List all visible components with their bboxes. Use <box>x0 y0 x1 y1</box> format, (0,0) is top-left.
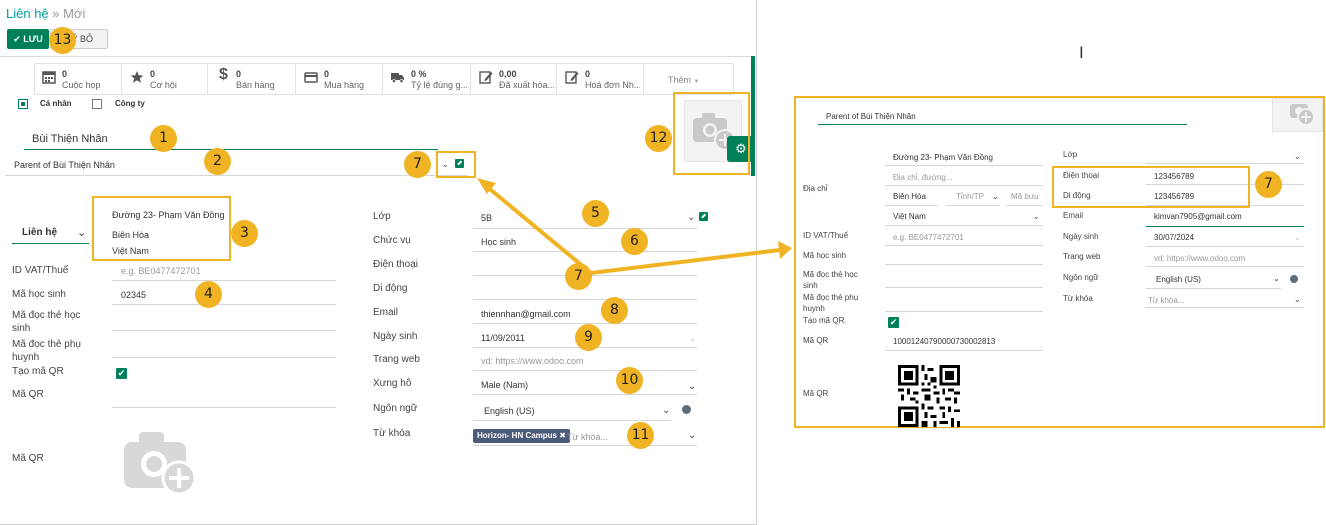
inset-qr-value[interactable]: 10001240790000730002813 <box>893 337 995 346</box>
callout-badge-8: 8 <box>601 297 628 324</box>
inset-email-label: Email <box>1063 211 1084 220</box>
inset-gen-qr-checkbox[interactable]: ✔ <box>888 317 899 328</box>
inset-student-code-label: Mã học sinh <box>803 251 847 260</box>
callout-badge-1: 1 <box>150 125 177 152</box>
inset-website-underline <box>1146 266 1304 267</box>
callout-badge-7: 7 <box>404 151 431 178</box>
inset-country-underline <box>885 225 1043 226</box>
inset-panel <box>794 96 1325 428</box>
inset-email-input[interactable]: kimvan7905@gmail.com <box>1154 212 1242 221</box>
inset-street-field[interactable]: Đường 23- Phạm Văn Đồng <box>893 153 993 162</box>
chevron-down-icon[interactable]: ⌄ <box>992 192 999 201</box>
inset-birthday-input[interactable]: 30/07/2024 <box>1154 233 1194 242</box>
callout-badge-11: 11 <box>627 422 654 449</box>
inset-city-underline <box>885 205 938 206</box>
qr-code-image <box>898 365 960 427</box>
inset-zip-field[interactable]: Mã bưu <box>1011 192 1039 201</box>
inset-street-underline <box>885 165 1043 166</box>
inset-city-field[interactable]: Biên Hòa <box>893 192 926 201</box>
inset-qr-underline <box>885 350 1043 351</box>
chevron-down-icon[interactable]: ⌄ <box>1273 274 1280 283</box>
inset-tags-underline <box>1146 307 1304 308</box>
callout-badge-2: 2 <box>204 148 231 175</box>
callout-badge-6: 6 <box>621 228 648 255</box>
inset-website-label: Trang web <box>1063 252 1101 261</box>
inset-qr-image-label: Mã QR <box>803 389 829 398</box>
callout-badge-13: 13 <box>49 27 76 54</box>
inset-zip-underline <box>1006 205 1043 206</box>
inset-street2-underline <box>885 185 1043 186</box>
callout-badge-12: 12 <box>645 125 672 152</box>
inset-class-underline <box>1146 163 1304 164</box>
callout-badge-5: 5 <box>582 200 609 227</box>
inset-birthday-label: Ngày sinh <box>1063 232 1099 241</box>
inset-avatar-image[interactable] <box>1272 98 1323 132</box>
inset-gen-qr-label: Tạo mã QR <box>803 316 845 325</box>
inset-parent-underline <box>818 124 1187 125</box>
inset-state-field[interactable]: Tỉnh/TP <box>956 192 984 201</box>
inset-language-underline <box>1146 288 1281 289</box>
inset-student-code-underline <box>885 264 1043 265</box>
inset-vat-label: ID VAT/Thuế <box>803 231 849 240</box>
inset-student-card-label: Mã đọc thẻ học sinh <box>803 270 858 290</box>
chevron-down-icon[interactable]: ⌄ <box>1294 152 1301 161</box>
inset-parent-card-underline <box>885 311 1043 312</box>
inset-birthday-underline <box>1146 246 1304 247</box>
inset-tags-input[interactable]: Từ khóa... <box>1148 296 1184 305</box>
callout-badge-7c: 7 <box>1255 171 1282 198</box>
inset-vat-underline <box>885 245 1043 246</box>
inset-parent-card-label: Mã đọc thẻ phụ huynh <box>803 293 859 313</box>
chevron-down-icon[interactable]: ⌄ <box>1294 233 1301 242</box>
callout-badge-9: 9 <box>575 324 602 351</box>
inset-parent-field[interactable]: Parent of Bùi Thiện Nhân <box>826 112 916 121</box>
inset-email-underline <box>1146 226 1304 227</box>
inset-website-input[interactable]: vd: https://www.odoo.com <box>1154 254 1245 263</box>
inset-student-card-underline <box>885 287 1043 288</box>
chevron-down-icon[interactable]: ⌄ <box>1033 212 1040 221</box>
callout-badge-3: 3 <box>231 220 258 247</box>
chevron-down-icon[interactable]: ⌄ <box>1294 295 1301 304</box>
inset-address-label: Địa chỉ <box>803 184 828 193</box>
inset-country-field[interactable]: Việt Nam <box>893 212 926 221</box>
text-cursor-icon: I <box>1079 43 1084 62</box>
camera-plus-icon <box>1290 104 1315 126</box>
callout-badge-10: 10 <box>616 367 643 394</box>
inset-language-label: Ngôn ngữ <box>1063 273 1099 282</box>
callout-badge-4: 4 <box>195 281 222 308</box>
inset-state-underline <box>946 205 1000 206</box>
globe-icon[interactable] <box>1290 275 1298 283</box>
callout-badge-7b: 7 <box>565 263 592 290</box>
inset-class-label: Lớp <box>1063 150 1078 159</box>
callout-box-phone-mobile <box>1052 166 1250 208</box>
inset-street2-field[interactable]: Địa chỉ, đường... <box>893 173 953 182</box>
inset-vat-input[interactable]: e.g. BE0477472701 <box>893 233 964 242</box>
inset-tags-label: Từ khóa <box>1063 294 1093 303</box>
inset-qr-label: Mã QR <box>803 336 829 345</box>
inset-language-select[interactable]: English (US) <box>1156 275 1201 284</box>
